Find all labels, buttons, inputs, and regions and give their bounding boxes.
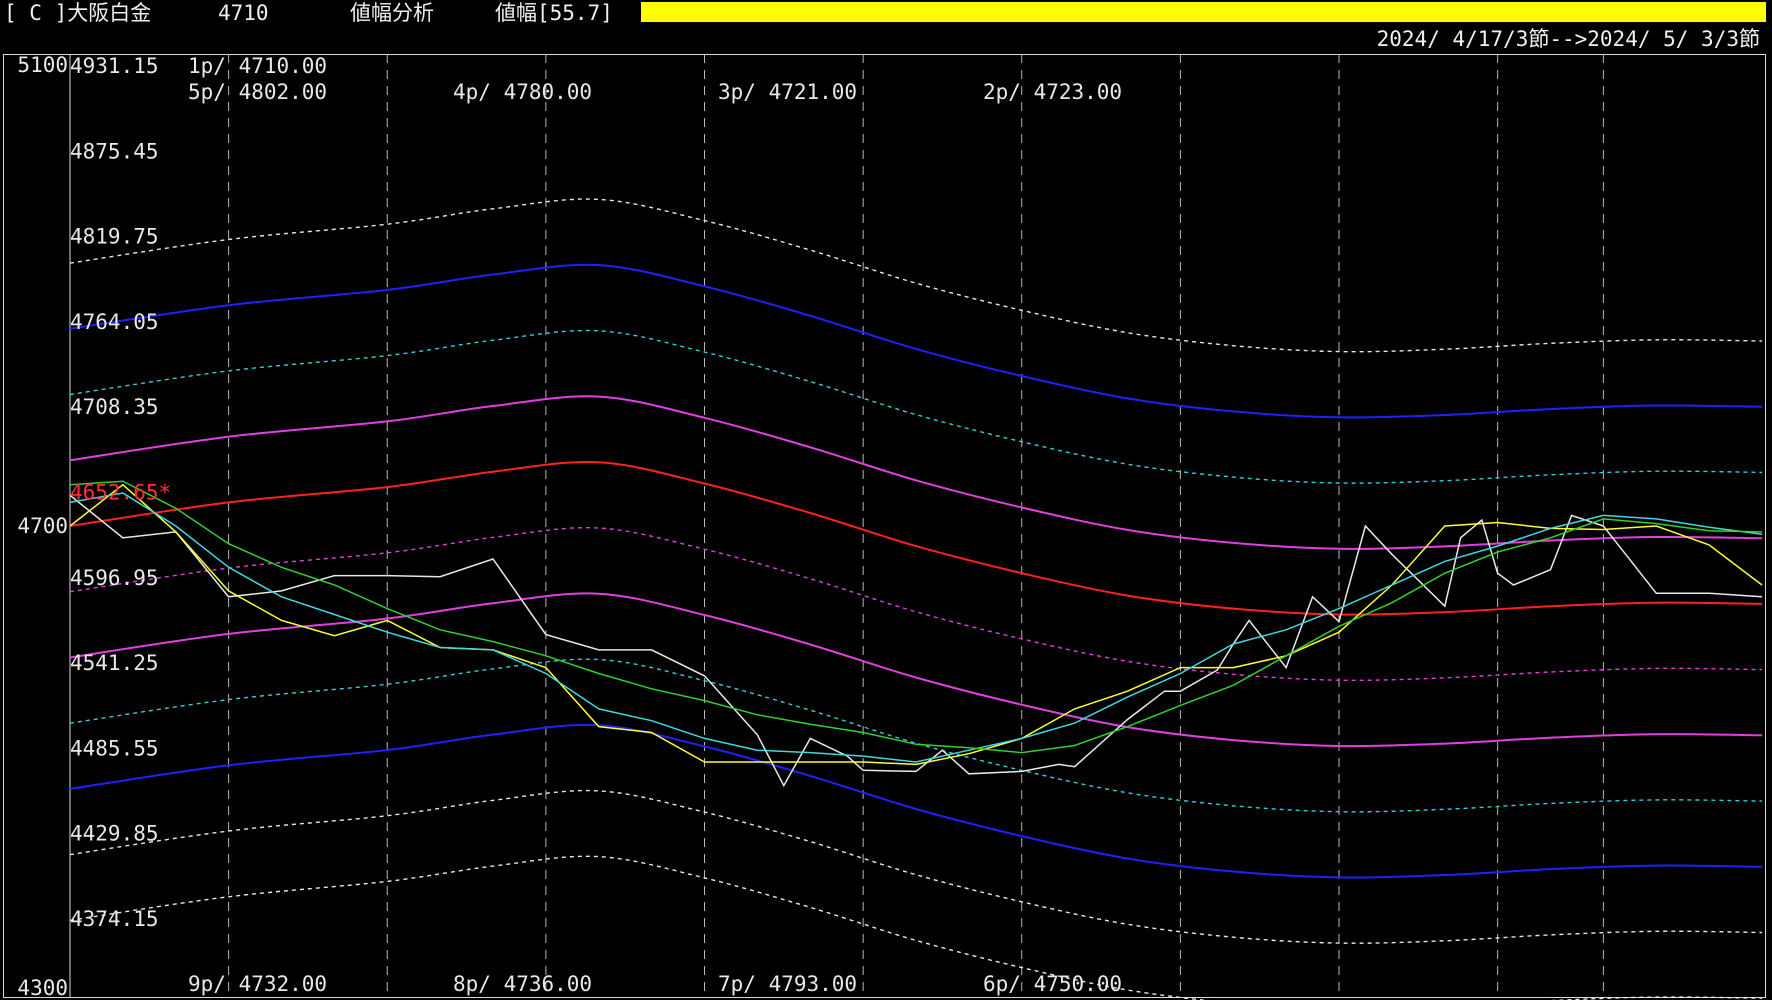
period-label: 8p/ 4736.00 xyxy=(453,972,592,996)
band-line xyxy=(69,526,1763,682)
band-value-label: 4541.25 xyxy=(70,651,159,675)
moving-average-line xyxy=(69,492,1763,763)
band-value-label: 4764.05 xyxy=(70,310,159,334)
period-label: 7p/ 4793.00 xyxy=(718,972,857,996)
band-line xyxy=(69,460,1763,616)
band-value-label: 4652.65* xyxy=(70,481,171,505)
band-line xyxy=(69,198,1763,353)
period-label: 5p/ 4802.00 xyxy=(188,80,327,104)
band-value-label: 4485.55 xyxy=(70,736,159,760)
price-band-chart: 5100 4700 4300 4931.15 4875.45 4819.75 4764.05… xyxy=(17,53,1763,1000)
band-line xyxy=(69,329,1763,484)
band-value-label: 4875.45 xyxy=(70,139,159,163)
period-label: 9p/ 4732.00 xyxy=(188,972,327,996)
y-axis-label: 4300 xyxy=(17,976,68,1000)
price-line xyxy=(69,494,1763,788)
band-line xyxy=(69,658,1763,813)
band-value-label: 4374.15 xyxy=(70,907,159,931)
band-value-label: 4931.15 xyxy=(70,54,159,78)
band-line xyxy=(69,395,1763,550)
band-value-label: 4429.85 xyxy=(70,822,159,846)
period-label: 2p/ 4723.00 xyxy=(983,80,1122,104)
y-axis-label: 5100 xyxy=(17,53,68,77)
y-axis-label: 4700 xyxy=(17,514,68,538)
period-label: 3p/ 4721.00 xyxy=(718,80,857,104)
band-line xyxy=(69,592,1763,748)
band-value-label: 4708.35 xyxy=(70,395,159,419)
period-label: 6p/ 4750.00 xyxy=(983,972,1122,996)
band-value-label: 4819.75 xyxy=(70,225,159,249)
period-label: 1p/ 4710.00 xyxy=(188,54,327,78)
band-line xyxy=(69,789,1763,944)
band-line xyxy=(69,263,1763,419)
band-line xyxy=(69,723,1763,879)
band-value-label: 4596.95 xyxy=(70,566,159,590)
period-label: 4p/ 4780.00 xyxy=(453,80,592,104)
moving-average-line xyxy=(69,480,1763,754)
